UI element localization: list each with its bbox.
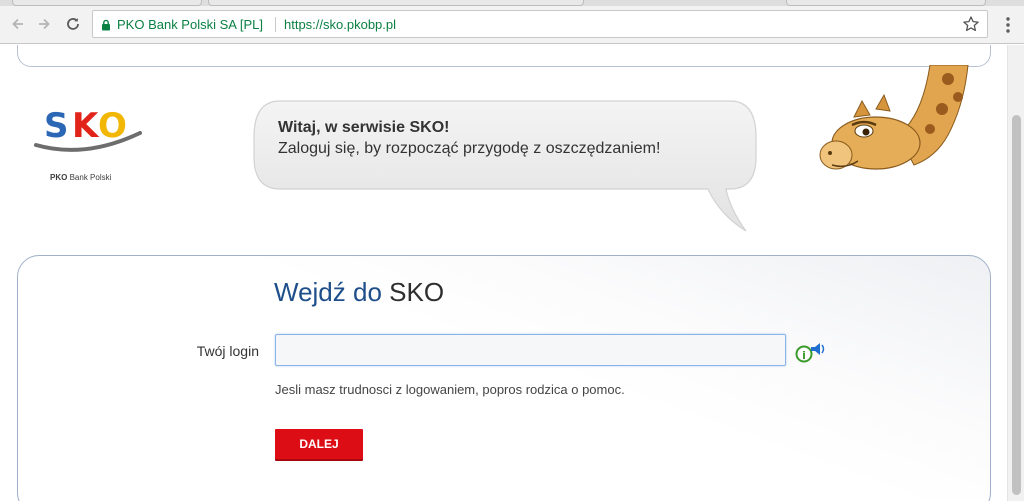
greeting-title: Witaj, w serwisie SKO! <box>278 119 450 136</box>
star-icon <box>963 16 979 32</box>
url-text[interactable]: https://sko.pkobp.pl <box>284 17 396 32</box>
svg-text:S: S <box>44 106 69 146</box>
bank-name-rest: Bank Polski <box>69 173 112 182</box>
submit-button[interactable]: DALEJ <box>275 429 363 461</box>
sko-logo-mark: S K O <box>34 106 142 152</box>
bank-name: PKO Bank Polski <box>50 173 111 182</box>
reload-button[interactable] <box>61 12 85 36</box>
browser-menu-button[interactable] <box>1000 14 1016 36</box>
greeting-subtitle: Zaloguj się, by rozpocząć przygodę z osz… <box>278 140 661 157</box>
page-viewport: S K O PKO Bank Polski Witaj, w serwisie … <box>0 45 1007 501</box>
browser-toolbar: PKO Bank Polski SA [PL] https://sko.pkob… <box>0 6 1024 44</box>
sko-logo[interactable]: S K O PKO Bank Polski <box>30 101 150 182</box>
site-identity[interactable]: PKO Bank Polski SA [PL] <box>101 17 263 32</box>
greeting: Witaj, w serwisie SKO! Zaloguj się, by r… <box>278 117 738 159</box>
svg-text:K: K <box>72 106 100 146</box>
login-hint: Jesli masz trudnosci z logowaniem, popro… <box>275 382 625 397</box>
giraffe-mascot-icon <box>819 65 969 170</box>
page-scrollbar[interactable] <box>1007 45 1024 501</box>
kebab-menu-icon <box>1006 17 1010 33</box>
login-input[interactable] <box>275 334 786 366</box>
bank-name-bold: PKO <box>50 173 68 182</box>
arrow-left-icon <box>12 18 23 30</box>
forward-button[interactable] <box>32 12 56 36</box>
svg-text:i: i <box>802 349 806 362</box>
top-panel <box>17 45 991 67</box>
reload-icon <box>67 18 79 30</box>
address-divider <box>275 17 276 32</box>
scrollbar-thumb[interactable] <box>1012 115 1021 495</box>
lock-icon <box>102 19 110 30</box>
back-button[interactable] <box>6 12 30 36</box>
login-panel <box>17 255 991 501</box>
login-help-info-icon[interactable]: i <box>795 342 827 364</box>
page-title-prefix: Wejdź do <box>274 277 382 307</box>
address-bar[interactable]: PKO Bank Polski SA [PL] https://sko.pkob… <box>92 10 988 38</box>
site-identity-label: PKO Bank Polski SA [PL] <box>117 17 263 32</box>
bookmark-button[interactable] <box>962 15 980 33</box>
arrow-right-icon <box>39 18 50 30</box>
page-title-brand: SKO <box>389 277 445 307</box>
page-title: Wejdź do SKO <box>274 277 444 308</box>
login-label: Twój login <box>196 343 259 359</box>
